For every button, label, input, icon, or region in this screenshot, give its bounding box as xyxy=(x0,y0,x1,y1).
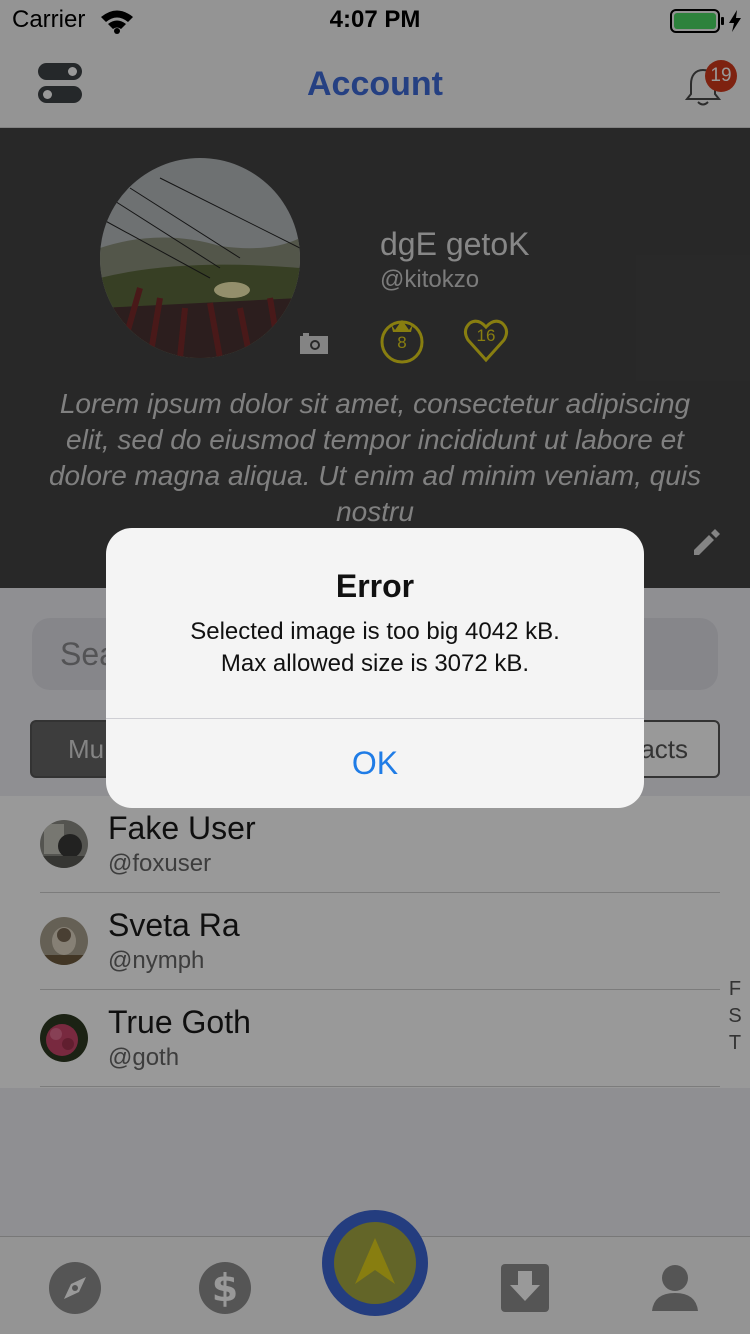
alert-message-line: Selected image is too big 4042 kB. xyxy=(190,618,560,645)
ok-button[interactable]: OK xyxy=(106,719,644,808)
alert-message: Selected image is too big 4042 kB. Max a… xyxy=(126,616,624,680)
error-alert: Error Selected image is too big 4042 kB.… xyxy=(106,528,644,808)
alert-title: Error xyxy=(335,568,415,604)
alert-message-line: Max allowed size is 3072 kB. xyxy=(220,650,530,677)
